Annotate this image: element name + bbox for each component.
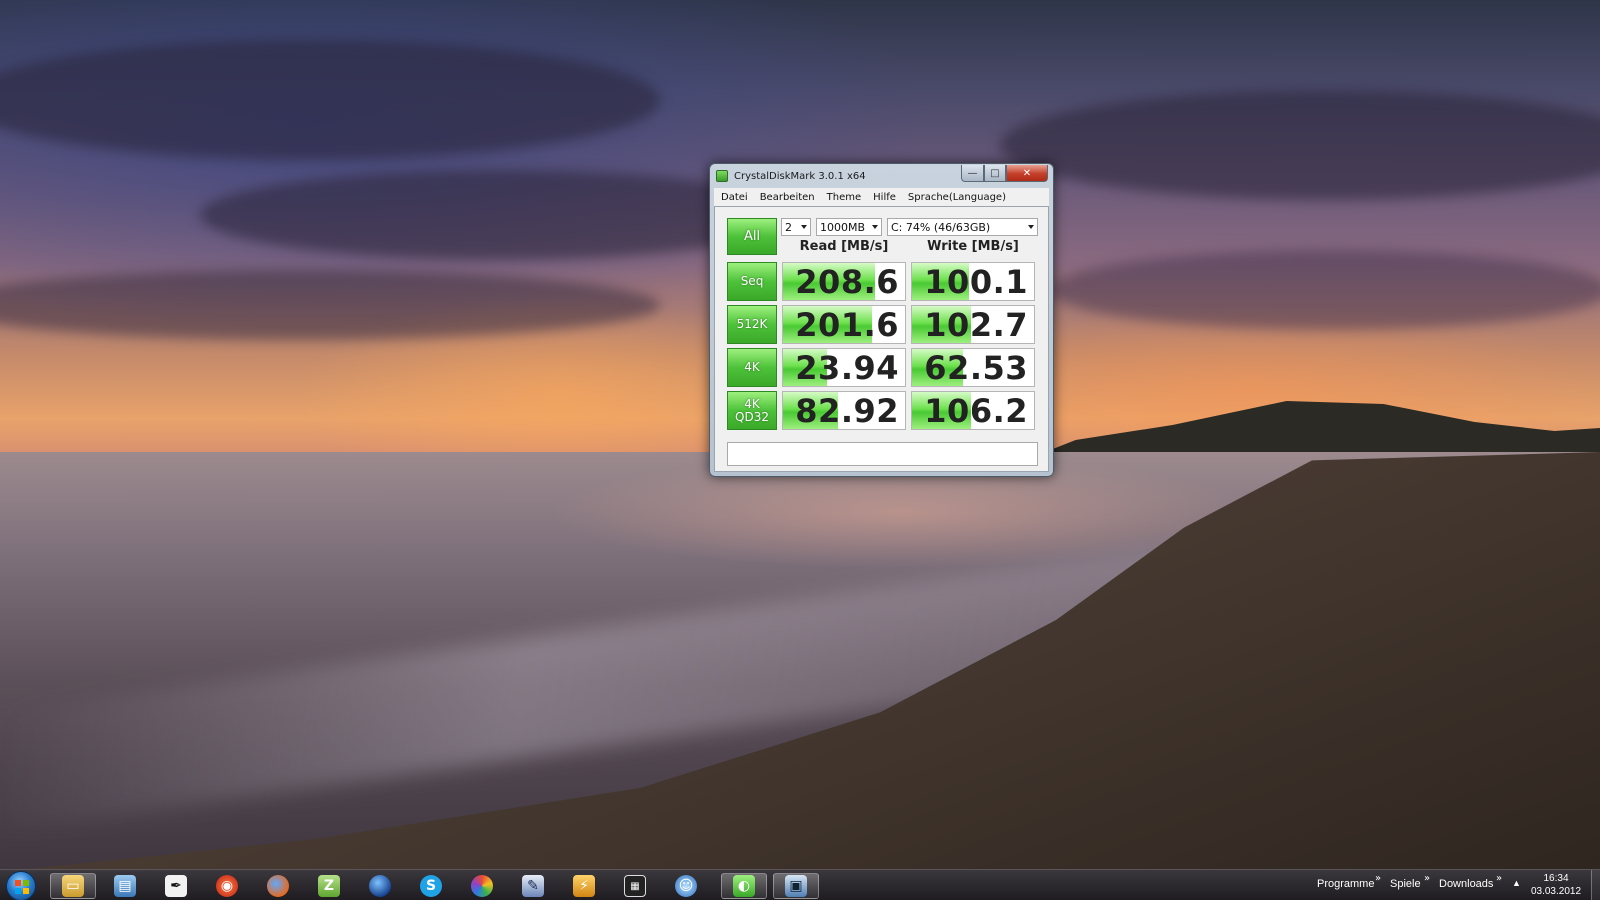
- menu-bearbeiten[interactable]: Bearbeiten: [755, 192, 820, 203]
- clock-date: 03.03.2012: [1530, 886, 1582, 897]
- drive-select[interactable]: C: 74% (46/63GB): [887, 218, 1038, 236]
- photo-editor-icon: ✎: [522, 875, 544, 897]
- crystaldiskmark-app-icon[interactable]: [716, 170, 728, 182]
- menu-hilfe[interactable]: Hilfe: [868, 192, 901, 203]
- menu-bar: Datei Bearbeiten Theme Hilfe Sprache(Lan…: [714, 188, 1049, 206]
- 4k-qd32-read-result: 82.92: [782, 391, 906, 430]
- skype-icon: S: [420, 875, 442, 897]
- seq-write-value: 100.1: [924, 263, 1028, 301]
- seq-test-button[interactable]: Seq: [727, 262, 777, 301]
- taskbar-google-earth[interactable]: [357, 873, 403, 899]
- start-button[interactable]: [6, 871, 36, 900]
- close-button[interactable]: ✕: [1006, 165, 1048, 182]
- toolbar-downloads[interactable]: Downloads: [1439, 878, 1493, 890]
- video-editor-icon: ▦: [624, 875, 646, 897]
- test-size-select[interactable]: 1000MB: [816, 218, 882, 236]
- 4k-write-result: 62.53: [911, 348, 1035, 387]
- 4k-qd32-read-value: 82.92: [795, 392, 899, 430]
- taskbar-photo-editor[interactable]: ✎: [510, 873, 556, 899]
- window-title: CrystalDiskMark 3.0.1 x64: [734, 170, 866, 182]
- test-size-value: 1000MB: [820, 220, 866, 234]
- chevron-right-icon[interactable]: »: [1424, 873, 1430, 884]
- taskbar-remote-desktop[interactable]: ▤: [102, 873, 148, 899]
- nero-icon: ◉: [216, 875, 238, 897]
- 512k-test-button[interactable]: 512K: [727, 305, 777, 344]
- remote-app-icon: ▣: [785, 875, 807, 897]
- inkscape-icon: ✒: [165, 875, 187, 897]
- benchmark-panel: All 2 1000MB C: 74% (46/63GB) Read [MB/s…: [714, 206, 1049, 472]
- transmission-icon: ⚡: [573, 875, 595, 897]
- taskbar: ▭ ▤ ✒ ◉ Z S ✎ ⚡ ▦ ☺ ◐ ▣ Programme » Spie…: [0, 869, 1600, 900]
- test-count-select[interactable]: 2: [781, 218, 811, 236]
- wallpaper-cloud: [1050, 250, 1600, 330]
- chevron-right-icon[interactable]: »: [1375, 873, 1381, 884]
- read-column-header: Read [MB/s]: [799, 239, 889, 254]
- drive-value: C: 74% (46/63GB): [891, 220, 991, 234]
- chevron-right-icon[interactable]: »: [1496, 873, 1502, 884]
- taskbar-zim[interactable]: Z: [306, 873, 352, 899]
- system-clock[interactable]: 16:34 03.03.2012: [1526, 872, 1586, 898]
- 512k-write-result: 102.7: [911, 305, 1035, 344]
- 4k-qd32-test-button[interactable]: 4K QD32: [727, 391, 777, 430]
- 512k-read-result: 201.6: [782, 305, 906, 344]
- taskbar-crystaldiskmark[interactable]: ◐: [721, 873, 767, 899]
- taskbar-instant-messenger[interactable]: ☺: [663, 873, 709, 899]
- firefox-icon: [267, 875, 289, 897]
- 4k-write-value: 62.53: [924, 349, 1028, 387]
- test-count-value: 2: [785, 220, 792, 234]
- run-all-button[interactable]: All: [727, 218, 777, 255]
- zim-icon: Z: [318, 875, 340, 897]
- taskbar-video-editor[interactable]: ▦: [612, 873, 658, 899]
- show-desktop-button[interactable]: [1591, 870, 1600, 900]
- taskbar-explorer[interactable]: ▭: [50, 873, 96, 899]
- chevron-down-icon: [872, 225, 878, 229]
- chevron-down-icon: [801, 225, 807, 229]
- toolbar-programme[interactable]: Programme: [1317, 878, 1374, 890]
- 512k-write-value: 102.7: [924, 306, 1028, 344]
- picasa-icon: [471, 875, 493, 897]
- write-column-header: Write [MB/s]: [927, 239, 1019, 254]
- seq-read-result: 208.6: [782, 262, 906, 301]
- 4k-test-button[interactable]: 4K: [727, 348, 777, 387]
- google-earth-icon: [369, 875, 391, 897]
- windows-logo-icon: [15, 880, 29, 894]
- crystaldiskmark-icon: ◐: [733, 875, 755, 897]
- menu-theme[interactable]: Theme: [822, 192, 867, 203]
- taskbar-transmission[interactable]: ⚡: [561, 873, 607, 899]
- clock-time: 16:34: [1543, 873, 1569, 884]
- seq-write-result: 100.1: [911, 262, 1035, 301]
- 4k-read-result: 23.94: [782, 348, 906, 387]
- menu-datei[interactable]: Datei: [716, 192, 753, 203]
- taskbar-nero[interactable]: ◉: [204, 873, 250, 899]
- taskbar-firefox[interactable]: [255, 873, 301, 899]
- taskbar-skype[interactable]: S: [408, 873, 454, 899]
- explorer-icon: ▭: [62, 875, 84, 897]
- toolbar-spiele[interactable]: Spiele: [1390, 878, 1421, 890]
- comment-field[interactable]: [727, 442, 1038, 466]
- maximize-button[interactable]: □: [984, 165, 1006, 182]
- 512k-read-value: 201.6: [795, 306, 899, 344]
- minimize-button[interactable]: —: [961, 165, 984, 182]
- taskbar-picasa[interactable]: [459, 873, 505, 899]
- 4k-read-value: 23.94: [795, 349, 899, 387]
- instant-messenger-icon: ☺: [675, 875, 697, 897]
- 4k-qd32-write-result: 106.2: [911, 391, 1035, 430]
- taskbar-remote-app[interactable]: ▣: [773, 873, 819, 899]
- tray-expand-icon[interactable]: ▲: [1512, 878, 1521, 888]
- remote-desktop-icon: ▤: [114, 875, 136, 897]
- chevron-down-icon: [1028, 225, 1034, 229]
- seq-read-value: 208.6: [795, 263, 899, 301]
- taskbar-inkscape[interactable]: ✒: [153, 873, 199, 899]
- crystaldiskmark-window[interactable]: CrystalDiskMark 3.0.1 x64 — □ ✕ Datei Be…: [709, 163, 1054, 477]
- 4k-qd32-write-value: 106.2: [924, 392, 1028, 430]
- menu-sprache[interactable]: Sprache(Language): [903, 192, 1011, 203]
